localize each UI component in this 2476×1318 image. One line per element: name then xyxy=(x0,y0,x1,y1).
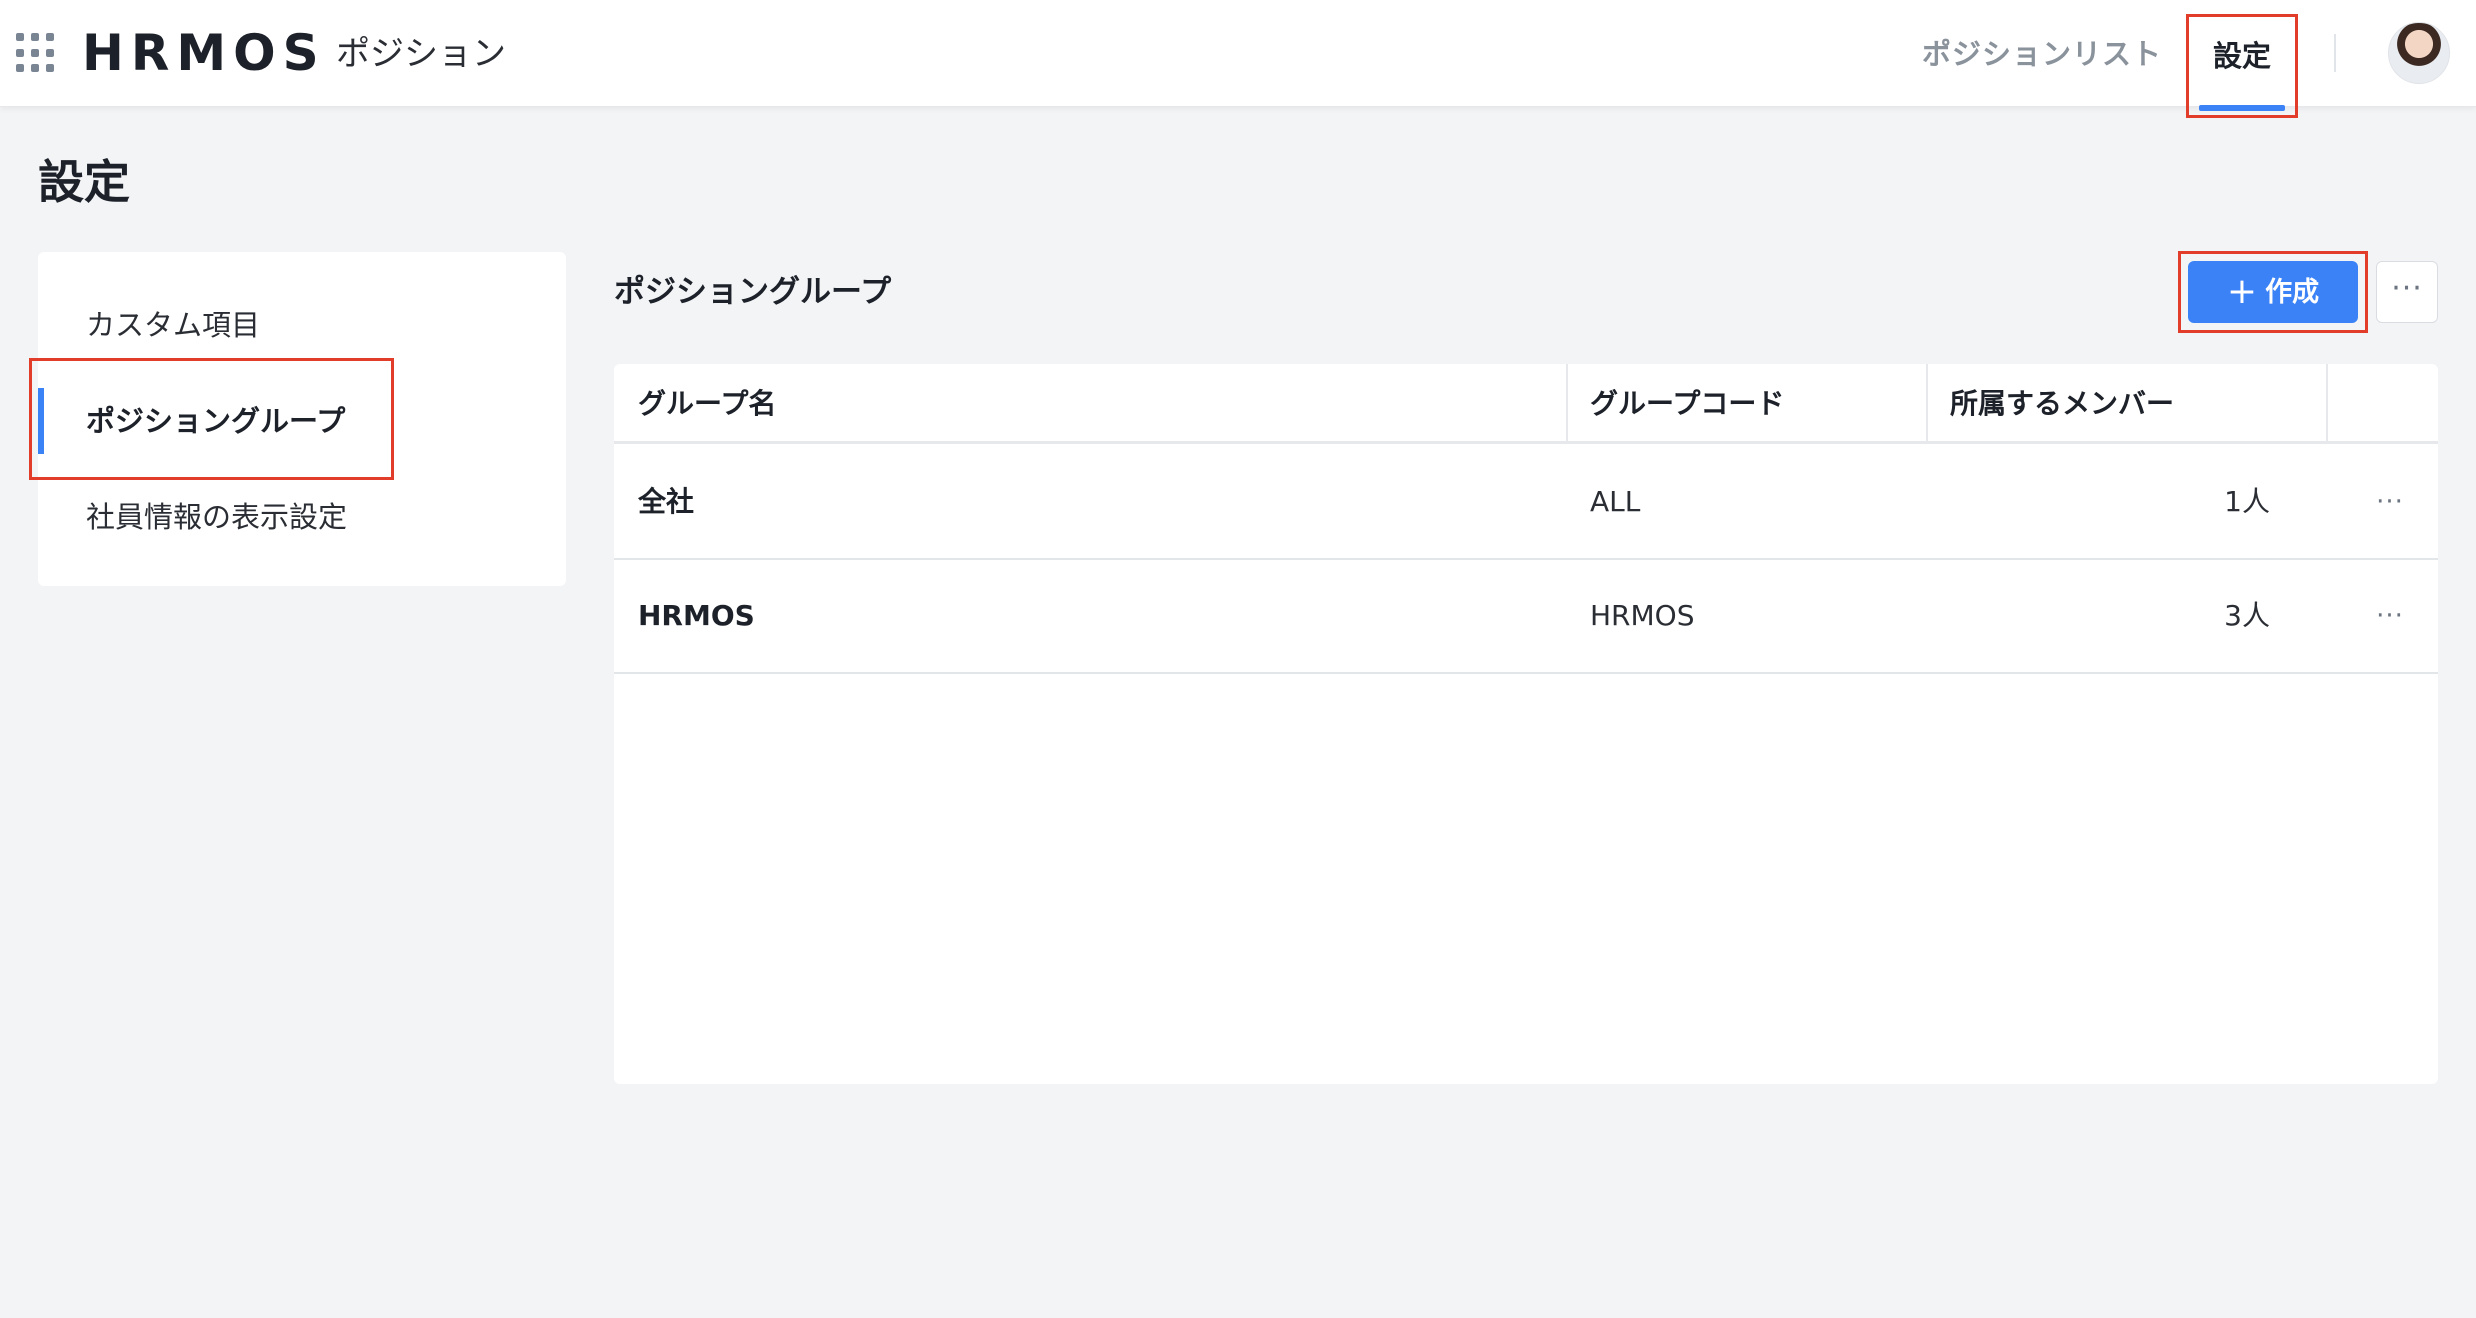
table-header-row: グループ名 グループコード 所属するメンバー xyxy=(614,364,2438,444)
members-count-cell: 3人 xyxy=(2224,599,2270,632)
more-horizontal-icon[interactable]: ··· xyxy=(2366,446,2414,558)
user-avatar[interactable] xyxy=(2388,22,2450,84)
page-title: 設定 xyxy=(38,155,130,209)
more-horizontal-icon: ··· xyxy=(2391,271,2423,306)
create-button[interactable]: + 作成 xyxy=(2188,261,2358,323)
more-horizontal-icon[interactable]: ··· xyxy=(2366,560,2414,672)
product-name: ポジション xyxy=(336,34,506,74)
group-code-cell: HRMOS xyxy=(1590,599,1695,632)
table-row[interactable]: 全社 ALL 1人 ··· xyxy=(614,446,2438,560)
members-count-cell: 1人 xyxy=(2224,485,2270,518)
group-name-cell: HRMOS xyxy=(638,599,755,632)
nav-settings-tab[interactable]: 設定 xyxy=(2186,14,2298,118)
group-name-cell: 全社 xyxy=(638,485,695,518)
apps-grid-icon[interactable] xyxy=(16,33,56,73)
column-divider xyxy=(2326,364,2328,444)
table-row[interactable]: HRMOS HRMOS 3人 ··· xyxy=(614,560,2438,674)
top-header: HRMOS ポジション ポジションリスト 設定 xyxy=(0,0,2476,118)
more-options-button[interactable]: ··· xyxy=(2376,261,2438,323)
sidebar-item-employee-display[interactable]: 社員情報の表示設定 xyxy=(38,484,566,550)
group-code-cell: ALL xyxy=(1590,485,1641,518)
create-button-label: 作成 xyxy=(2265,277,2320,308)
column-header-group-name[interactable]: グループ名 xyxy=(614,364,776,444)
position-group-table: グループ名 グループコード 所属するメンバー 全社 ALL 1人 ··· HRM… xyxy=(614,364,2438,1084)
column-header-members[interactable]: 所属するメンバー xyxy=(1926,364,2174,444)
active-tab-indicator xyxy=(2199,105,2285,111)
nav-position-list[interactable]: ポジションリスト xyxy=(1922,33,2162,75)
hrmos-logo[interactable]: HRMOS xyxy=(82,25,326,81)
section-title: ポジショングループ xyxy=(614,274,892,310)
plus-icon: + xyxy=(2226,271,2258,312)
sidebar-highlight-box xyxy=(29,358,394,480)
sidebar-item-label: 社員情報の表示設定 xyxy=(86,500,348,534)
sidebar-item-custom-fields[interactable]: カスタム項目 xyxy=(38,292,566,358)
sidebar-item-label: カスタム項目 xyxy=(86,308,261,342)
nav-settings-label: 設定 xyxy=(2212,39,2271,73)
header-divider xyxy=(2334,34,2336,72)
column-header-group-code[interactable]: グループコード xyxy=(1566,364,1784,444)
